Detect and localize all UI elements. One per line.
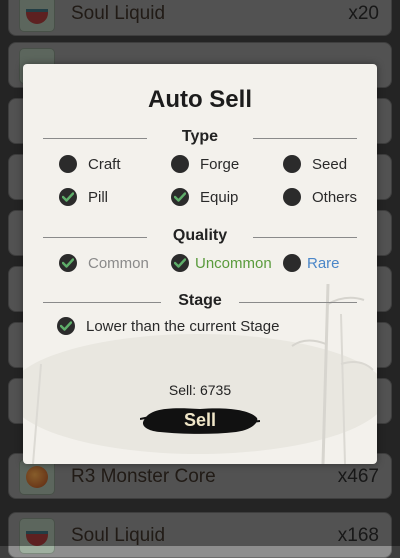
sell-count: Sell: 6735 (168, 382, 232, 398)
checkbox[interactable] (171, 254, 189, 272)
quality-heading: Quality (172, 227, 228, 244)
check-icon (62, 192, 74, 202)
quality-section-header: Quality (43, 227, 357, 247)
checkbox[interactable] (283, 254, 301, 272)
option-label: Rare (307, 254, 340, 272)
quality-option-uncommon[interactable]: Uncommon (171, 252, 272, 274)
check-icon (174, 258, 186, 268)
dialog-title: Auto Sell (147, 86, 252, 113)
option-label: Common (88, 254, 149, 272)
checkbox[interactable] (171, 188, 189, 206)
type-option-craft[interactable]: Craft (59, 153, 121, 175)
divider (253, 237, 357, 238)
quality-option-common[interactable]: Common (59, 252, 149, 274)
option-label: Pill (88, 188, 109, 206)
option-label: Uncommon (195, 254, 272, 272)
type-option-forge[interactable]: Forge (171, 153, 239, 175)
type-option-pill[interactable]: Pill (59, 186, 108, 208)
type-option-seed[interactable]: Seed (283, 153, 347, 175)
stage-section-header: Stage (43, 292, 357, 312)
checkbox[interactable] (59, 254, 77, 272)
option-label: Lower than the current Stage (86, 317, 280, 335)
checkbox[interactable] (171, 155, 189, 173)
divider (239, 302, 357, 303)
option-label: Craft (88, 155, 121, 173)
divider (253, 138, 357, 139)
sell-button[interactable]: Sell (140, 404, 260, 436)
option-label: Forge (200, 155, 240, 173)
checkbox[interactable] (283, 155, 301, 173)
checkbox[interactable] (59, 155, 77, 173)
stage-option-lower[interactable]: Lower than the current Stage (57, 315, 279, 337)
option-label: Equip (200, 188, 239, 206)
check-icon (62, 258, 74, 268)
option-label: Seed (312, 155, 348, 173)
stage-heading: Stage (178, 292, 222, 309)
checkbox[interactable] (283, 188, 301, 206)
auto-sell-dialog: Auto Sell Type Craft Forge Seed Pill Equ… (23, 64, 377, 464)
type-option-others[interactable]: Others (283, 186, 357, 208)
type-heading: Type (181, 128, 219, 145)
type-section-header: Type (43, 128, 357, 148)
option-label: Others (312, 188, 358, 206)
sell-button-label: Sell (183, 410, 217, 430)
quality-option-rare[interactable]: Rare (283, 252, 340, 274)
checkbox[interactable] (59, 188, 77, 206)
check-icon (60, 321, 72, 331)
checkbox[interactable] (57, 317, 75, 335)
check-icon (174, 192, 186, 202)
type-option-equip[interactable]: Equip (171, 186, 238, 208)
